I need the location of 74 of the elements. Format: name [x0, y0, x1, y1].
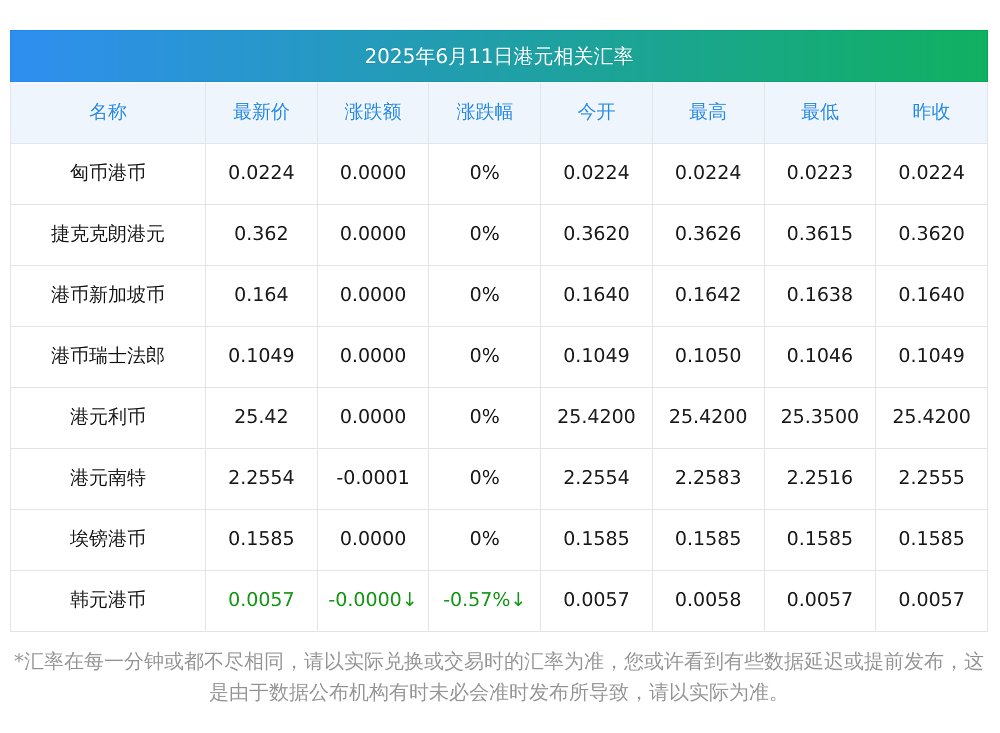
table-cell: 埃镑港币 — [10, 509, 206, 570]
table-cell: 0.1046 — [764, 326, 876, 387]
table-cell: 0.0058 — [652, 570, 764, 631]
table-cell: 0.0000 — [317, 265, 429, 326]
table-cell: 2.2554 — [540, 448, 652, 509]
table-cell: 2.2555 — [876, 448, 988, 509]
table-cell: 25.4200 — [652, 387, 764, 448]
table-cell: 匈币港币 — [10, 143, 206, 204]
table-cell: 25.3500 — [764, 387, 876, 448]
table-cell: -0.57%↓ — [428, 570, 541, 631]
table-cell: 0.3626 — [652, 204, 764, 265]
table-cell: 2.2516 — [764, 448, 876, 509]
table-cell: 0.1585 — [876, 509, 988, 570]
column-header: 昨收 — [876, 82, 988, 143]
table-title: 2025年6月11日港元相关汇率 — [10, 30, 988, 82]
table-cell: 0.3620 — [876, 204, 988, 265]
table-cell: 0.0224 — [652, 143, 764, 204]
column-header: 最低 — [764, 82, 876, 143]
footnote: *汇率在每一分钟或都不尽相同，请以实际兑换或交易时的汇率为准，您或许看到有些数据延迟或提前发布，这是由于数据公布机构有时未必会准时发布所导致，请以实际为准。 — [13, 648, 985, 706]
table-cell: 0.3620 — [540, 204, 652, 265]
table-cell: 0% — [428, 265, 541, 326]
table-cell: 0.1640 — [876, 265, 988, 326]
table-cell: 港元利币 — [10, 387, 206, 448]
table-cell: 0.1049 — [876, 326, 988, 387]
column-header: 涨跌幅 — [428, 82, 541, 143]
table-cell: -0.0000↓ — [317, 570, 429, 631]
table-cell: 25.4200 — [876, 387, 988, 448]
table-cell: 0.1638 — [764, 265, 876, 326]
table-cell: 0.0224 — [876, 143, 988, 204]
table-cell: 0.1585 — [652, 509, 764, 570]
table-cell: 0.1049 — [206, 326, 318, 387]
table-cell: 港币新加坡币 — [10, 265, 206, 326]
table-cell: 25.42 — [206, 387, 318, 448]
table-cell: 0.0224 — [540, 143, 652, 204]
table-cell: 2.2554 — [206, 448, 318, 509]
table-cell: 0.0000 — [317, 387, 429, 448]
table-cell: 0.3615 — [764, 204, 876, 265]
table-cell: 0.1640 — [540, 265, 652, 326]
table-cell: 0.0057 — [764, 570, 876, 631]
table-cell: 0.0000 — [317, 143, 429, 204]
table-cell: 港币瑞士法郎 — [10, 326, 206, 387]
table-cell: 0.1642 — [652, 265, 764, 326]
table-cell: 0% — [428, 509, 541, 570]
table-cell: 0.1585 — [764, 509, 876, 570]
table-cell: 捷克克朗港元 — [10, 204, 206, 265]
table-cell: 0.0000 — [317, 326, 429, 387]
table-cell: 0.164 — [206, 265, 318, 326]
table-cell: 0% — [428, 448, 541, 509]
table-cell: 0% — [428, 204, 541, 265]
column-header: 最新价 — [206, 82, 318, 143]
table-cell: -0.0001 — [317, 448, 429, 509]
table-cell: 0.1050 — [652, 326, 764, 387]
table-cell: 0.1049 — [540, 326, 652, 387]
table-cell: 0.1585 — [540, 509, 652, 570]
table-cell: 0% — [428, 326, 541, 387]
column-header: 涨跌额 — [317, 82, 429, 143]
table-cell: 0.0224 — [206, 143, 318, 204]
table-cell: 25.4200 — [540, 387, 652, 448]
table-cell: 0.0223 — [764, 143, 876, 204]
table-cell: 0.362 — [206, 204, 318, 265]
table-cell: 0.0000 — [317, 204, 429, 265]
table-cell: 0% — [428, 143, 541, 204]
table-cell: 0.0057 — [876, 570, 988, 631]
column-header: 名称 — [10, 82, 206, 143]
table-cell: 0% — [428, 387, 541, 448]
column-header: 今开 — [540, 82, 652, 143]
table-cell: 0.0057 — [540, 570, 652, 631]
table-cell: 0.0000 — [317, 509, 429, 570]
table-cell: 2.2583 — [652, 448, 764, 509]
table-cell: 0.0057 — [206, 570, 318, 631]
table-cell: 韩元港币 — [10, 570, 206, 631]
column-header: 最高 — [652, 82, 764, 143]
table-cell: 港元南特 — [10, 448, 206, 509]
table-cell: 0.1585 — [206, 509, 318, 570]
